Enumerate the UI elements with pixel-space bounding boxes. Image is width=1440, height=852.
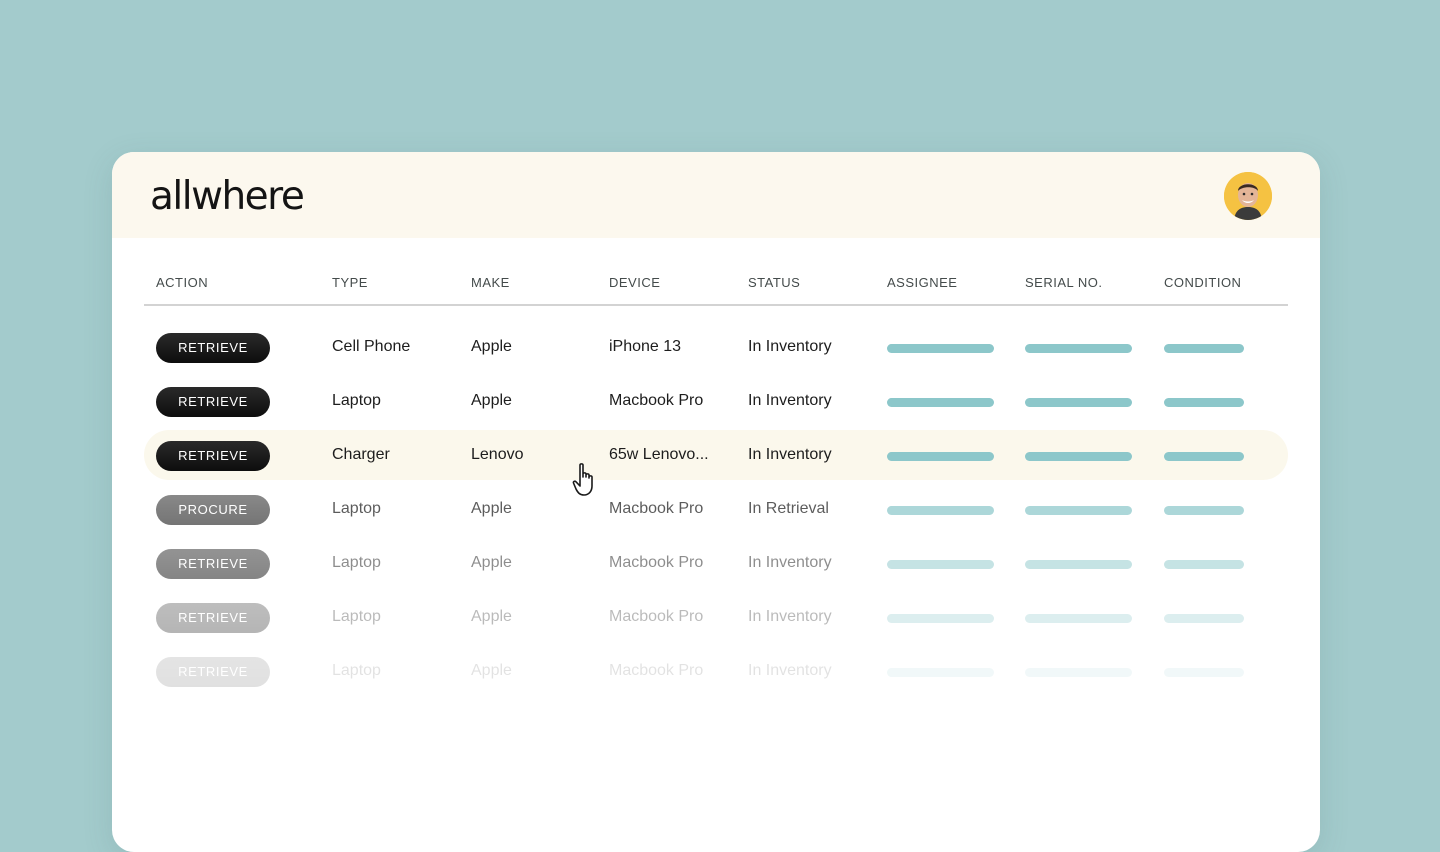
- make-cell: Apple: [471, 338, 512, 355]
- table-row[interactable]: RETRIEVE Laptop Apple Macbook Pro In Inv…: [144, 538, 1288, 588]
- serial-placeholder-bar: [1025, 344, 1132, 353]
- make-cell: Apple: [471, 500, 512, 517]
- assignee-placeholder-bar: [887, 560, 994, 569]
- retrieve-button[interactable]: RETRIEVE: [156, 333, 270, 363]
- serial-placeholder-bar: [1025, 668, 1132, 677]
- device-cell: Macbook Pro: [609, 608, 704, 625]
- column-header-condition[interactable]: CONDITION: [1164, 275, 1241, 290]
- assignee-placeholder-bar: [887, 398, 994, 407]
- table-row[interactable]: RETRIEVE Laptop Apple Macbook Pro In Inv…: [144, 646, 1288, 696]
- column-header-serial-no[interactable]: SERIAL NO.: [1025, 275, 1102, 290]
- column-header-make[interactable]: MAKE: [471, 275, 510, 290]
- procure-button[interactable]: PROCURE: [156, 495, 270, 525]
- app-header: allwhere: [112, 152, 1320, 238]
- make-cell: Apple: [471, 392, 512, 409]
- avatar-portrait-icon: [1224, 172, 1272, 220]
- type-cell: Laptop: [332, 608, 381, 625]
- assignee-placeholder-bar: [887, 344, 994, 353]
- make-cell: Apple: [471, 554, 512, 571]
- condition-placeholder-bar: [1164, 614, 1244, 623]
- table-row[interactable]: RETRIEVE Laptop Apple Macbook Pro In Inv…: [144, 376, 1288, 426]
- serial-placeholder-bar: [1025, 452, 1132, 461]
- status-cell: In Inventory: [748, 608, 832, 625]
- column-header-action[interactable]: ACTION: [156, 275, 208, 290]
- table-row[interactable]: PROCURE Laptop Apple Macbook Pro In Retr…: [144, 484, 1288, 534]
- table-row-hovered[interactable]: RETRIEVE Charger Lenovo 65w Lenovo... In…: [144, 430, 1288, 480]
- condition-placeholder-bar: [1164, 398, 1244, 407]
- status-cell: In Inventory: [748, 554, 832, 571]
- column-header-assignee[interactable]: ASSIGNEE: [887, 275, 957, 290]
- retrieve-button[interactable]: RETRIEVE: [156, 387, 270, 417]
- device-cell: Macbook Pro: [609, 392, 704, 409]
- retrieve-button[interactable]: RETRIEVE: [156, 549, 270, 579]
- type-cell: Charger: [332, 446, 390, 463]
- assignee-placeholder-bar: [887, 506, 994, 515]
- condition-placeholder-bar: [1164, 344, 1244, 353]
- retrieve-button[interactable]: RETRIEVE: [156, 441, 270, 471]
- condition-placeholder-bar: [1164, 668, 1244, 677]
- make-cell: Lenovo: [471, 446, 524, 463]
- type-cell: Laptop: [332, 662, 381, 679]
- status-cell: In Inventory: [748, 446, 832, 463]
- type-cell: Laptop: [332, 554, 381, 571]
- device-cell: 65w Lenovo...: [609, 446, 709, 463]
- table-row[interactable]: RETRIEVE Laptop Apple Macbook Pro In Inv…: [144, 592, 1288, 642]
- retrieve-button[interactable]: RETRIEVE: [156, 603, 270, 633]
- device-cell: Macbook Pro: [609, 662, 704, 679]
- table-row[interactable]: RETRIEVE Cell Phone Apple iPhone 13 In I…: [144, 322, 1288, 372]
- device-cell: Macbook Pro: [609, 554, 704, 571]
- devices-table: ACTION TYPE MAKE DEVICE STATUS ASSIGNEE …: [144, 268, 1288, 687]
- inventory-card: allwhere ACTION TYPE MAKE DEVICE STATUS …: [112, 152, 1320, 852]
- status-cell: In Inventory: [748, 662, 832, 679]
- condition-placeholder-bar: [1164, 560, 1244, 569]
- serial-placeholder-bar: [1025, 614, 1132, 623]
- assignee-placeholder-bar: [887, 668, 994, 677]
- type-cell: Laptop: [332, 392, 381, 409]
- make-cell: Apple: [471, 608, 512, 625]
- status-cell: In Inventory: [748, 392, 832, 409]
- column-header-device[interactable]: DEVICE: [609, 275, 660, 290]
- assignee-placeholder-bar: [887, 614, 994, 623]
- status-cell: In Inventory: [748, 338, 832, 355]
- assignee-placeholder-bar: [887, 452, 994, 461]
- column-header-status[interactable]: STATUS: [748, 275, 800, 290]
- device-cell: iPhone 13: [609, 338, 682, 355]
- make-cell: Apple: [471, 662, 512, 679]
- type-cell: Cell Phone: [332, 338, 411, 355]
- user-avatar[interactable]: [1224, 172, 1272, 220]
- serial-placeholder-bar: [1025, 398, 1132, 407]
- serial-placeholder-bar: [1025, 560, 1132, 569]
- type-cell: Laptop: [332, 500, 381, 517]
- table-header: ACTION TYPE MAKE DEVICE STATUS ASSIGNEE …: [144, 268, 1288, 306]
- serial-placeholder-bar: [1025, 506, 1132, 515]
- condition-placeholder-bar: [1164, 506, 1244, 515]
- retrieve-button[interactable]: RETRIEVE: [156, 657, 270, 687]
- allwhere-logo[interactable]: allwhere: [150, 174, 305, 219]
- status-cell: In Retrieval: [748, 500, 829, 517]
- column-header-type[interactable]: TYPE: [332, 275, 368, 290]
- condition-placeholder-bar: [1164, 452, 1244, 461]
- device-cell: Macbook Pro: [609, 500, 704, 517]
